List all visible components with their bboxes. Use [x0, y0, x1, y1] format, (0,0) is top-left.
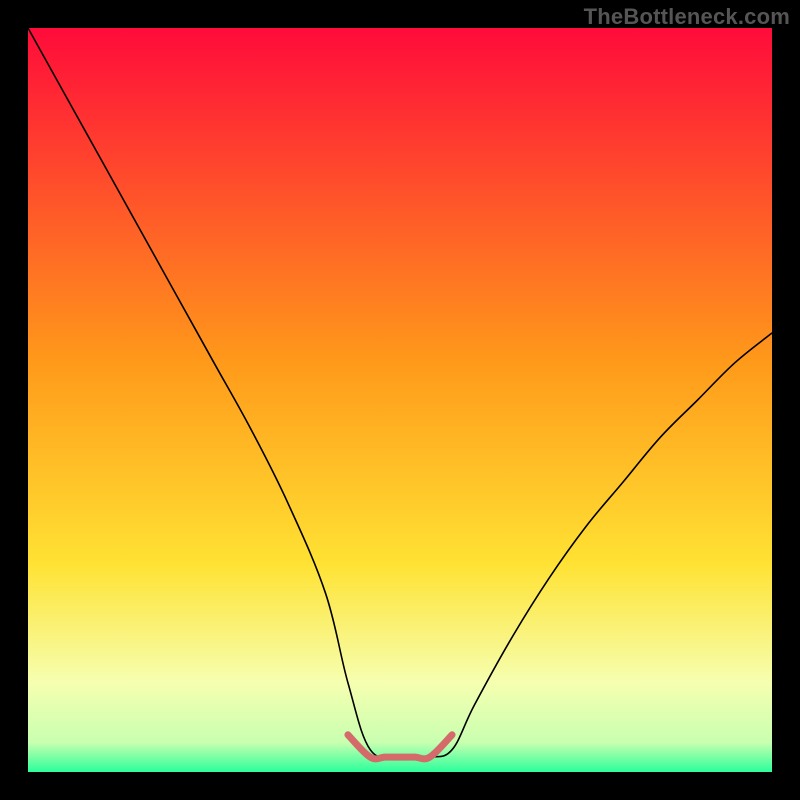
chart-background [28, 28, 772, 772]
chart-svg [28, 28, 772, 772]
chart-frame: TheBottleneck.com [0, 0, 800, 800]
watermark-text: TheBottleneck.com [584, 4, 790, 30]
chart-plot [28, 28, 772, 772]
